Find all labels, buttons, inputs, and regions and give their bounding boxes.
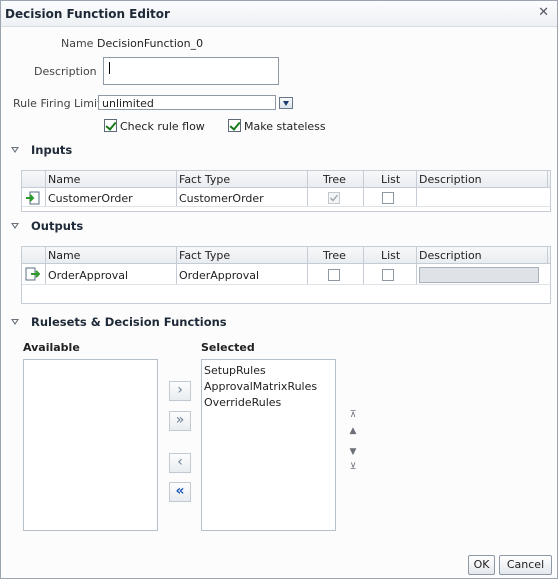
column-divider [45, 171, 46, 207]
available-label: Available [23, 341, 80, 354]
move-bottom-icon[interactable]: ⊻ [347, 462, 359, 472]
output-fact-icon [25, 267, 40, 281]
rule-firing-limit-label: Rule Firing Limit [13, 97, 102, 110]
dialog-title: Decision Function Editor [5, 7, 170, 21]
move-up-icon[interactable]: ▲ [347, 426, 359, 436]
collapse-triangle-icon[interactable] [11, 147, 19, 153]
row-divider [22, 284, 550, 285]
tree-checkbox-disabled[interactable] [328, 192, 340, 204]
move-down-icon[interactable]: ▼ [347, 447, 359, 457]
title-bar[interactable]: Decision Function Editor ✕ [1, 1, 557, 27]
input-row-fact-type: CustomerOrder [179, 192, 264, 205]
description-label: Description [34, 65, 97, 78]
input-fact-icon [26, 191, 40, 205]
col-list-header[interactable]: List [381, 173, 400, 186]
rule-firing-limit-select[interactable]: unlimited [98, 95, 276, 110]
description-input[interactable] [103, 57, 279, 85]
inputs-table: Name Fact Type Tree List Description Cus… [21, 170, 551, 212]
column-divider [307, 247, 308, 285]
move-top-icon[interactable]: ⊼ [347, 410, 359, 420]
inputs-header: Inputs [31, 143, 73, 157]
input-row-name: CustomerOrder [48, 192, 133, 205]
column-divider [416, 171, 417, 207]
selected-label: Selected [201, 341, 255, 354]
tree-checkbox[interactable] [328, 269, 340, 281]
rule-firing-limit-value: unlimited [102, 97, 154, 110]
column-divider [307, 171, 308, 207]
col-tree-header[interactable]: Tree [323, 173, 346, 186]
column-divider [416, 247, 417, 285]
column-divider [176, 171, 177, 207]
col-description-header[interactable]: Description [419, 249, 482, 262]
selected-list[interactable]: SetupRules ApprovalMatrixRules OverrideR… [201, 359, 336, 531]
collapse-triangle-icon[interactable] [11, 223, 19, 229]
move-right-button[interactable]: › [169, 381, 191, 401]
outputs-header: Outputs [31, 219, 84, 233]
row-divider [22, 206, 550, 207]
cancel-button[interactable]: Cancel [499, 555, 552, 575]
list-item[interactable]: SetupRules [204, 364, 266, 377]
col-list-header[interactable]: List [381, 249, 400, 262]
decision-function-editor-dialog: Decision Function Editor ✕ Name Decision… [0, 0, 558, 579]
column-divider [176, 247, 177, 285]
output-row-name: OrderApproval [48, 269, 129, 282]
inputs-table-header: Name Fact Type Tree List Description [22, 171, 550, 188]
list-item[interactable]: OverrideRules [204, 396, 281, 409]
move-all-left-button[interactable]: « [169, 482, 191, 502]
col-description-header[interactable]: Description [419, 173, 482, 186]
column-divider [45, 247, 46, 285]
collapse-triangle-icon[interactable] [11, 319, 19, 325]
available-list[interactable] [23, 359, 158, 531]
list-checkbox[interactable] [382, 192, 394, 204]
list-item[interactable]: ApprovalMatrixRules [204, 380, 317, 393]
column-divider [363, 171, 364, 207]
make-stateless-checkbox[interactable] [228, 119, 241, 132]
outputs-table-header: Name Fact Type Tree List Description [22, 247, 550, 264]
output-row-fact-type: OrderApproval [179, 269, 260, 282]
column-divider [547, 247, 548, 264]
outputs-table: Name Fact Type Tree List Description Ord… [21, 246, 551, 304]
move-left-button[interactable]: ‹ [169, 453, 191, 473]
col-tree-header[interactable]: Tree [323, 249, 346, 262]
name-value: DecisionFunction_0 [97, 37, 204, 50]
check-rule-flow-checkbox[interactable] [104, 119, 117, 132]
name-label: Name [61, 37, 94, 50]
ok-button[interactable]: OK [468, 555, 495, 575]
col-name-header[interactable]: Name [48, 173, 80, 186]
output-description-field[interactable] [419, 267, 539, 283]
col-fact-type-header[interactable]: Fact Type [179, 249, 230, 262]
move-all-right-button[interactable]: » [169, 411, 191, 431]
col-name-header[interactable]: Name [48, 249, 80, 262]
list-checkbox[interactable] [382, 269, 394, 281]
column-divider [547, 171, 548, 188]
text-caret [109, 62, 110, 74]
column-divider [363, 247, 364, 285]
close-icon[interactable]: ✕ [538, 5, 549, 20]
check-rule-flow-label: Check rule flow [120, 120, 205, 133]
col-fact-type-header[interactable]: Fact Type [179, 173, 230, 186]
rulesets-header: Rulesets & Decision Functions [31, 315, 227, 329]
dropdown-arrow-icon[interactable] [279, 97, 293, 109]
make-stateless-label: Make stateless [244, 120, 326, 133]
